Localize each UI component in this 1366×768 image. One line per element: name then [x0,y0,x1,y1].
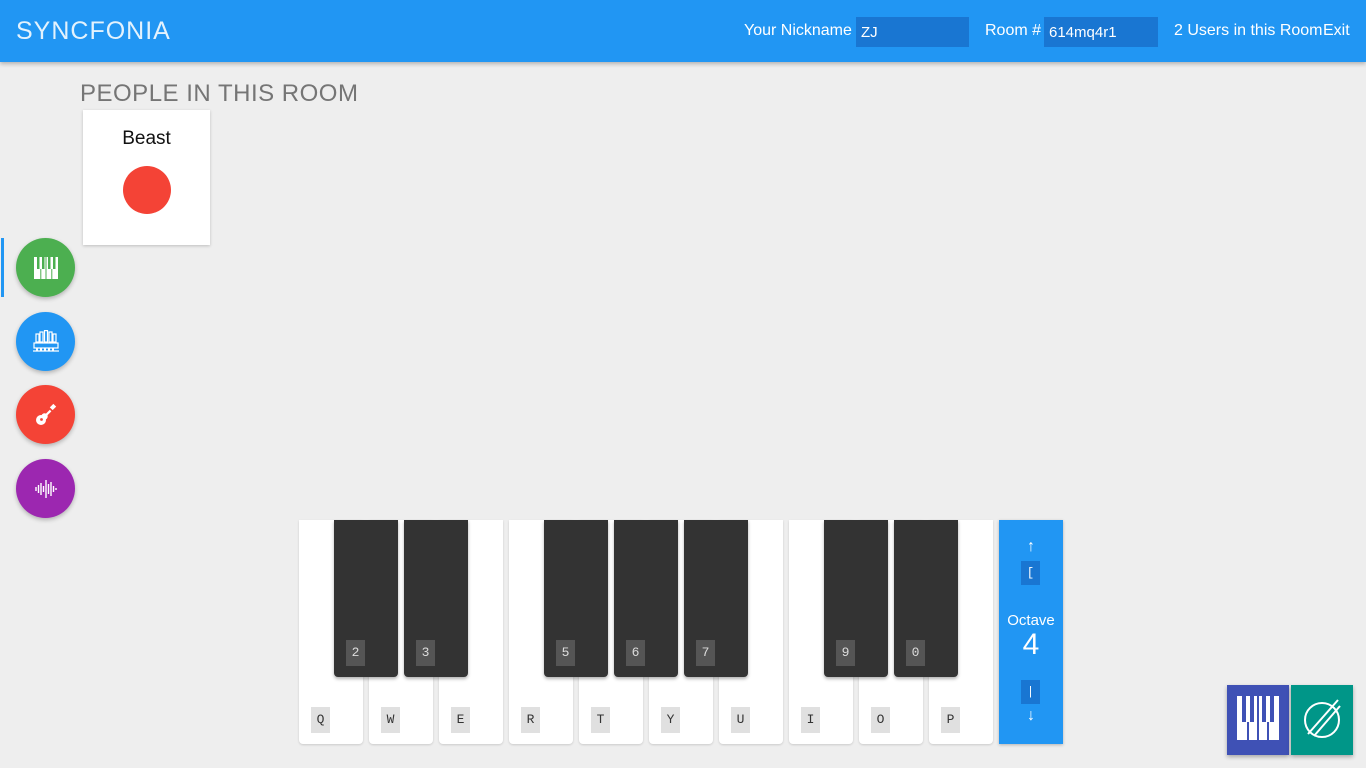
key-label: 9 [836,640,855,666]
top-bar: SYNCFONIA Your Nickname Room # 2 Users i… [0,0,1366,62]
users-count: 2 Users in this Room [1174,22,1323,39]
room-input[interactable] [1044,17,1158,47]
piano-keyboard: Q W E R T Y U I O P 2 3 5 6 7 9 0 [299,520,999,745]
black-key-6[interactable]: 6 [614,520,678,677]
nickname-input[interactable] [856,17,969,47]
instrument-piano-button[interactable] [16,238,75,297]
black-key-0[interactable]: 0 [894,520,958,677]
instrument-synth-button[interactable] [16,459,75,518]
key-label: P [941,707,960,733]
key-label: T [591,707,610,733]
key-label: 0 [906,640,925,666]
key-label: Q [311,707,330,733]
black-key-5[interactable]: 5 [544,520,608,677]
key-label: 6 [626,640,645,666]
octave-up-key[interactable]: [ [1021,561,1040,585]
black-key-2[interactable]: 2 [334,520,398,677]
key-label: 2 [346,640,365,666]
people-heading: PEOPLE IN THIS ROOM [80,80,359,107]
drum-icon [1300,696,1344,745]
guitar-icon [34,403,58,427]
waveform-icon [34,479,58,499]
octave-down-arrow[interactable]: ↓ [999,707,1063,725]
key-label: I [801,707,820,733]
person-card: Beast [83,110,210,245]
octave-up-arrow[interactable]: ↑ [999,538,1063,556]
organ-icon [32,329,59,354]
key-label: 5 [556,640,575,666]
octave-control: ↑ [ Octave 4 | ↓ [999,520,1063,744]
key-label: R [521,707,540,733]
key-label: 7 [696,640,715,666]
person-name: Beast [122,128,171,149]
octave-label: Octave [1007,612,1055,629]
black-key-7[interactable]: 7 [684,520,748,677]
key-label: O [871,707,890,733]
piano-icon [33,256,58,279]
key-label: 3 [416,640,435,666]
exit-link[interactable]: Exit [1323,22,1350,40]
octave-value: 4 [1022,628,1040,661]
black-key-9[interactable]: 9 [824,520,888,677]
app-brand[interactable]: SYNCFONIA [16,17,171,46]
room-label: Room # [985,22,1042,39]
key-label: W [381,707,400,733]
key-label: U [731,707,750,733]
instrument-organ-button[interactable] [16,312,75,371]
piano-keyboard-icon [1237,695,1279,745]
octave-down-key[interactable]: | [1021,680,1040,704]
key-label: E [451,707,470,733]
black-key-3[interactable]: 3 [404,520,468,677]
keyboard-mode-button[interactable] [1227,685,1289,755]
person-color-dot [123,166,171,214]
instrument-guitar-button[interactable] [16,385,75,444]
active-instrument-indicator [1,238,4,297]
nickname-label: Your Nickname [744,22,852,39]
key-label: Y [661,707,680,733]
drum-mode-button[interactable] [1291,685,1353,755]
